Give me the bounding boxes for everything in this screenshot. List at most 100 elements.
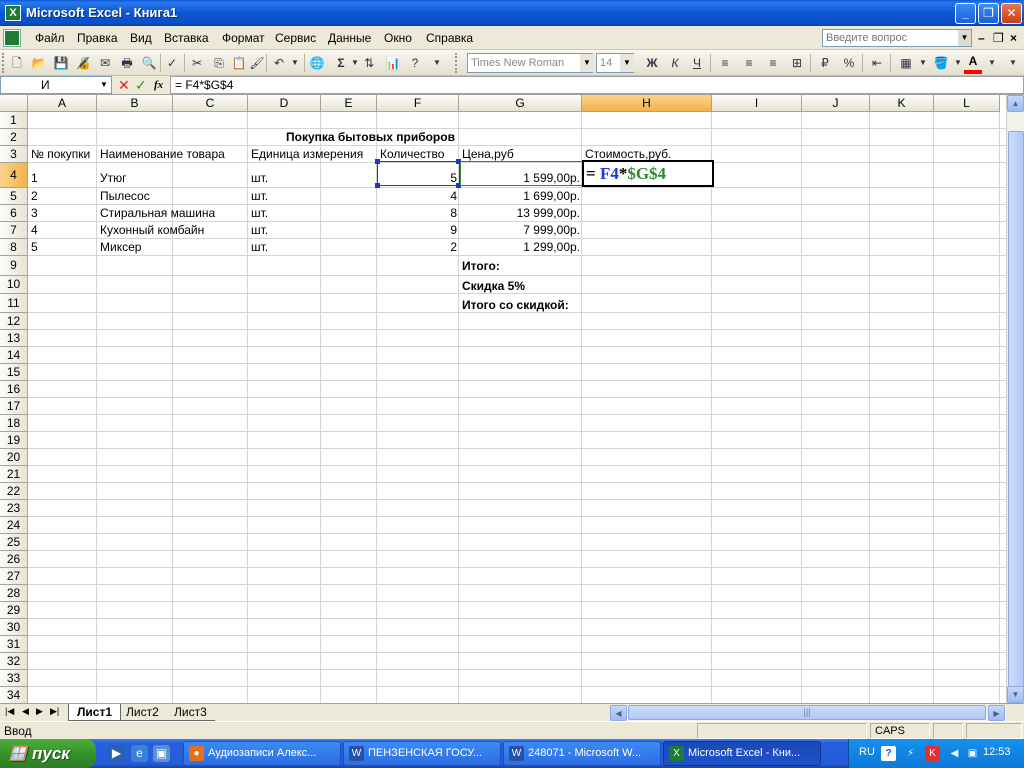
row-header-20[interactable]: 20 bbox=[0, 449, 28, 466]
percent-button[interactable]: % bbox=[840, 54, 858, 72]
row-5-qty[interactable]: 2 bbox=[378, 239, 459, 255]
row-header-13[interactable]: 13 bbox=[0, 330, 28, 347]
row-header-23[interactable]: 23 bbox=[0, 500, 28, 517]
menu-window[interactable]: Окно bbox=[384, 31, 412, 45]
display-tray-icon[interactable]: ▣ bbox=[965, 746, 980, 761]
restore-button[interactable]: ❐ bbox=[978, 3, 999, 24]
row-header-26[interactable]: 26 bbox=[0, 551, 28, 568]
total-with-discount-label[interactable]: Итого со скидкой: bbox=[460, 297, 569, 313]
row-4-price[interactable]: 7 999,00р. bbox=[460, 222, 582, 238]
column-header-a[interactable]: A bbox=[28, 95, 97, 112]
column-header-j[interactable]: J bbox=[802, 95, 870, 112]
row-header-25[interactable]: 25 bbox=[0, 534, 28, 551]
row-1-name[interactable]: Утюг bbox=[98, 170, 127, 186]
row-5-unit[interactable]: шт. bbox=[249, 239, 268, 255]
doc-close-icon[interactable]: × bbox=[1010, 31, 1017, 45]
row-4-unit[interactable]: шт. bbox=[249, 222, 268, 238]
scroll-left-icon[interactable]: ◀ bbox=[610, 705, 627, 721]
close-button[interactable]: ✕ bbox=[1001, 3, 1022, 24]
last-sheet-icon[interactable]: ▶| bbox=[50, 706, 59, 717]
row-header-4[interactable]: 4 bbox=[0, 163, 28, 188]
column-header-c[interactable]: C bbox=[173, 95, 248, 112]
sheet-tab-2[interactable]: Лист2 bbox=[118, 704, 167, 721]
ask-question-input[interactable]: Введите вопрос bbox=[822, 29, 972, 47]
menu-file[interactable]: Файл bbox=[35, 31, 65, 45]
internet-explorer-icon[interactable]: e bbox=[131, 745, 148, 762]
copy-icon[interactable]: ⎘ bbox=[210, 54, 228, 72]
excel-app-icon[interactable]: X bbox=[5, 5, 21, 21]
doc-restore-icon[interactable]: ❐ bbox=[993, 31, 1004, 45]
column-header-f[interactable]: F bbox=[377, 95, 459, 112]
doc-minimize-icon[interactable]: – bbox=[978, 31, 985, 45]
print-preview-icon[interactable]: 🔍 bbox=[140, 54, 158, 72]
row-header-10[interactable]: 10 bbox=[0, 276, 28, 294]
email-icon[interactable]: ✉ bbox=[96, 54, 114, 72]
column-header-d[interactable]: D bbox=[248, 95, 321, 112]
start-button[interactable]: 🪟 пуск bbox=[0, 739, 96, 768]
row-header-15[interactable]: 15 bbox=[0, 364, 28, 381]
row-header-31[interactable]: 31 bbox=[0, 636, 28, 653]
row-header-30[interactable]: 30 bbox=[0, 619, 28, 636]
first-sheet-icon[interactable]: |◀ bbox=[5, 706, 14, 717]
chart-wizard-icon[interactable]: 📊 bbox=[384, 54, 402, 72]
menu-view[interactable]: Вид bbox=[130, 31, 152, 45]
header-qty[interactable]: Количество bbox=[378, 146, 444, 162]
total-label[interactable]: Итого: bbox=[460, 258, 500, 274]
borders-dropdown-icon[interactable]: ▼ bbox=[914, 54, 932, 72]
row-header-5[interactable]: 5 bbox=[0, 188, 28, 205]
minimize-button[interactable]: _ bbox=[955, 3, 976, 24]
format-painter-icon[interactable]: 🖌 bbox=[248, 54, 266, 72]
row-header-14[interactable]: 14 bbox=[0, 347, 28, 364]
row-header-19[interactable]: 19 bbox=[0, 432, 28, 449]
row-5-price[interactable]: 1 299,00р. bbox=[460, 239, 582, 255]
row-header-27[interactable]: 27 bbox=[0, 568, 28, 585]
formula-input[interactable]: = F4*$G$4 bbox=[170, 76, 1024, 94]
spelling-icon[interactable]: ✓ bbox=[163, 54, 181, 72]
row-5-number[interactable]: 5 bbox=[29, 239, 38, 255]
ask-dropdown-icon[interactable]: ▼ bbox=[958, 30, 971, 46]
row-4-name[interactable]: Кухонный комбайн bbox=[98, 222, 204, 238]
font-color-button[interactable]: A bbox=[964, 54, 982, 74]
task-audio[interactable]: ● Аудиозаписи Алекс... bbox=[183, 741, 341, 766]
open-folder-icon[interactable]: 📂 bbox=[30, 54, 48, 72]
antivirus-tray-icon[interactable]: K bbox=[925, 746, 940, 761]
menu-format[interactable]: Формат bbox=[222, 31, 265, 45]
sort-ascending-icon[interactable]: ⇅ bbox=[360, 54, 378, 72]
discount-label[interactable]: Скидка 5% bbox=[460, 278, 525, 294]
row-header-7[interactable]: 7 bbox=[0, 222, 28, 239]
row-1-unit[interactable]: шт. bbox=[249, 170, 268, 186]
column-header-h[interactable]: H bbox=[582, 95, 712, 112]
select-all-corner[interactable] bbox=[0, 95, 28, 112]
row-header-22[interactable]: 22 bbox=[0, 483, 28, 500]
paste-icon[interactable]: 📋 bbox=[230, 54, 248, 72]
row-3-number[interactable]: 3 bbox=[29, 205, 38, 221]
row-header-2[interactable]: 2 bbox=[0, 129, 28, 146]
row-header-12[interactable]: 12 bbox=[0, 313, 28, 330]
menu-help[interactable]: Справка bbox=[426, 31, 473, 45]
column-header-l[interactable]: L bbox=[934, 95, 1000, 112]
scroll-up-icon[interactable]: ▲ bbox=[1007, 95, 1024, 112]
horizontal-scrollbar[interactable]: ◀ ||| ▶ bbox=[610, 705, 1006, 721]
task-excel[interactable]: X Microsoft Excel - Кни... bbox=[663, 741, 821, 766]
toolbar-grip[interactable] bbox=[2, 53, 5, 73]
row-4-number[interactable]: 4 bbox=[29, 222, 38, 238]
row-2-price[interactable]: 1 699,00р. bbox=[460, 188, 582, 204]
underline-button[interactable]: Ч bbox=[688, 54, 706, 72]
row-header-3[interactable]: 3 bbox=[0, 146, 28, 163]
row-header-29[interactable]: 29 bbox=[0, 602, 28, 619]
decrease-indent-icon[interactable]: ⇤ bbox=[868, 54, 886, 72]
font-color-dropdown-icon[interactable]: ▼ bbox=[983, 54, 1001, 72]
row-header-8[interactable]: 8 bbox=[0, 239, 28, 256]
language-indicator[interactable]: RU bbox=[859, 746, 875, 758]
scroll-down-icon[interactable]: ▼ bbox=[1007, 686, 1024, 703]
borders-icon[interactable]: ▦ bbox=[897, 54, 915, 72]
cancel-icon[interactable]: ✕ bbox=[118, 77, 130, 93]
row-header-17[interactable]: 17 bbox=[0, 398, 28, 415]
fill-color-icon[interactable]: 🪣 bbox=[932, 54, 950, 72]
bold-button[interactable]: Ж bbox=[643, 54, 661, 72]
hyperlink-icon[interactable]: 🌐 bbox=[308, 54, 326, 72]
row-2-unit[interactable]: шт. bbox=[249, 188, 268, 204]
task-penza-doc[interactable]: W ПЕНЗЕНСКАЯ ГОСУ... bbox=[343, 741, 501, 766]
row-1-number[interactable]: 1 bbox=[29, 170, 38, 186]
save-icon[interactable]: 💾 bbox=[52, 54, 70, 72]
